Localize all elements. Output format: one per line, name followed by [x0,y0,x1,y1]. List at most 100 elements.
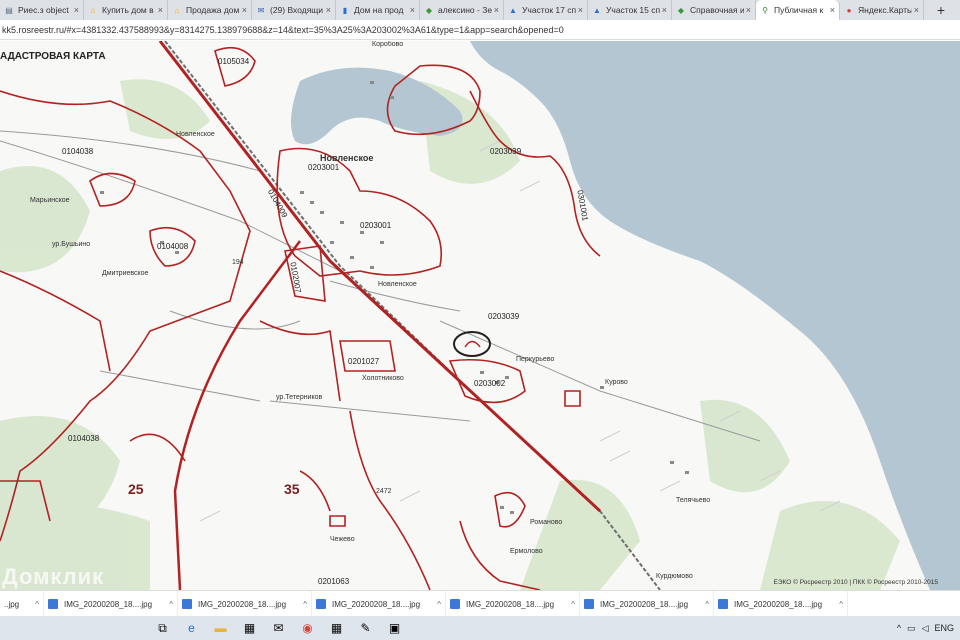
close-icon[interactable]: × [242,5,247,15]
map-title: АДАСТРОВАЯ КАРТА [0,51,106,62]
image-file-icon [450,599,460,609]
cadastral-label[interactable]: 0201063 [318,577,349,586]
image-file-icon [718,599,728,609]
download-item[interactable]: IMG_20200208_18....jpg ^ [312,591,446,617]
photos-icon[interactable]: ▣ [380,616,409,640]
image-file-icon [48,599,58,609]
download-item[interactable]: IMG_20200208_18....jpg ^ [714,591,848,617]
tab-5[interactable]: ◆ алексино - Зе × [420,0,504,20]
chevron-up-icon[interactable]: ^ [897,623,901,633]
close-icon[interactable]: × [410,5,415,15]
close-icon[interactable]: × [662,5,667,15]
cadastral-label[interactable]: 0203001 [308,163,339,172]
site-icon: ◆ [425,5,433,15]
close-icon[interactable]: × [578,5,583,15]
district-number: 25 [128,481,144,497]
cadastral-label[interactable]: 0203039 [490,147,521,156]
download-item[interactable]: IMG_20200208_18....jpg ^ [178,591,312,617]
download-filename: IMG_20200208_18....jpg [466,599,555,609]
map-canvas[interactable] [0,41,960,590]
close-icon[interactable]: × [326,5,331,15]
address-bar[interactable]: kk5.rosreestr.ru/#x=4381332.437588993&y=… [0,20,960,40]
tab-bar: ▤ Риес.з object × ⌂ Купить дом в × ⌂ Продажа до… [0,0,960,20]
cadastral-label[interactable]: 0203001 [360,221,391,230]
volume-icon[interactable]: ◁ [922,623,929,634]
tab-title: Справочная и [690,5,744,15]
calculator-icon[interactable]: ▦ [322,616,351,640]
tab-3[interactable]: ✉ (29) Входящи × [252,0,336,20]
tab-title: Продажа дом [186,5,240,15]
chevron-up-icon[interactable]: ^ [705,600,709,609]
chevron-up-icon[interactable]: ^ [437,600,441,609]
download-filename: IMG_20200208_18....jpg [332,599,421,609]
place-label: Курово [605,379,628,386]
cadastral-label[interactable]: 0104038 [62,147,93,156]
close-icon[interactable]: × [746,5,751,15]
place-label: Новленское [176,131,215,138]
home-icon: ⌂ [174,5,180,15]
mail-icon: ✉ [257,5,265,15]
tab-0[interactable]: ▤ Риес.з object × [0,0,84,20]
cadastral-label[interactable]: 0201027 [348,357,379,366]
place-label: Новленское [378,281,417,288]
place-label: Холотниково [362,375,404,382]
chevron-up-icon[interactable]: ^ [839,600,843,609]
cadastral-label[interactable]: 0105034 [218,57,249,66]
document-icon: ▤ [5,5,13,15]
home-icon: ⌂ [90,5,96,15]
download-filename: IMG_20200208_18....jpg [734,599,823,609]
cadastral-label[interactable]: 0104008 [157,242,188,251]
download-filename: IMG_20200208_18....jpg [600,599,689,609]
chevron-up-icon[interactable]: ^ [35,600,39,609]
store-icon[interactable]: ▦ [235,616,264,640]
tab-6[interactable]: ▲ Участок 17 сп × [504,0,588,20]
place-label: Коробово [372,41,404,48]
download-item[interactable]: IMG_20200208_18....jpg ^ [580,591,714,617]
mail-icon[interactable]: ✉ [264,616,293,640]
place-label: Телячьево [676,497,711,504]
place-label: Ермолово [510,548,543,555]
chevron-up-icon[interactable]: ^ [169,600,173,609]
shirt-icon: ▲ [593,5,601,15]
chevron-up-icon[interactable]: ^ [303,600,307,609]
place-label: Новленское [320,153,374,163]
tab-10[interactable]: ● Яндекс.Карты × [840,0,924,20]
cadastral-label[interactable]: 0203002 [474,379,505,388]
task-view-icon[interactable]: ⧉ [148,616,177,640]
tab-2[interactable]: ⌂ Продажа дом × [168,0,252,20]
download-item[interactable]: ..jpg ^ [0,591,44,617]
cadastral-label[interactable]: 0203039 [488,312,519,321]
tab-8[interactable]: ◆ Справочная и × [672,0,756,20]
tab-title: Дом на прод [354,5,404,15]
close-icon[interactable]: × [914,5,919,15]
download-filename: IMG_20200208_18....jpg [64,599,153,609]
tab-9[interactable]: ⚲ Публичная к × [756,0,840,20]
new-tab-button[interactable]: + [930,0,952,20]
tab-1[interactable]: ⌂ Купить дом в × [84,0,168,20]
chevron-up-icon[interactable]: ^ [571,600,575,609]
tab-title: Яндекс.Карты [858,5,912,15]
watermark: Домклик [2,564,105,589]
download-filename: IMG_20200208_18....jpg [198,599,287,609]
cadastral-map[interactable]: АДАСТРОВАЯ КАРТА Коробово Новленское Нов… [0,41,960,590]
map-copyright: ЕЭКО © Росреестр 2010 | ПКК © Росреестр … [773,579,938,586]
cadastral-label[interactable]: 0104038 [68,434,99,443]
paint-icon[interactable]: ✎ [351,616,380,640]
chrome-icon[interactable]: ◉ [293,616,322,640]
close-icon[interactable]: × [830,5,835,15]
place-label: Дмитриевское [102,270,149,277]
tab-4[interactable]: ▮ Дом на прод × [336,0,420,20]
tab-7[interactable]: ▲ Участок 15 сп × [588,0,672,20]
language-indicator[interactable]: ENG [934,623,954,633]
download-item[interactable]: IMG_20200208_18....jpg ^ [44,591,178,617]
site-icon: ◆ [677,5,685,15]
file-explorer-icon[interactable]: ▬ [206,616,235,640]
network-icon[interactable]: ▭ [907,623,916,634]
download-item[interactable]: IMG_20200208_18....jpg ^ [446,591,580,617]
edge-icon[interactable]: e [177,616,206,640]
system-tray: ^ ▭ ◁ ENG [897,623,960,634]
close-icon[interactable]: × [158,5,163,15]
windows-taskbar: ⧉ e ▬ ▦ ✉ ◉ ▦ ✎ ▣ ^ ▭ ◁ ENG [0,616,960,640]
close-icon[interactable]: × [74,5,79,15]
close-icon[interactable]: × [494,5,499,15]
